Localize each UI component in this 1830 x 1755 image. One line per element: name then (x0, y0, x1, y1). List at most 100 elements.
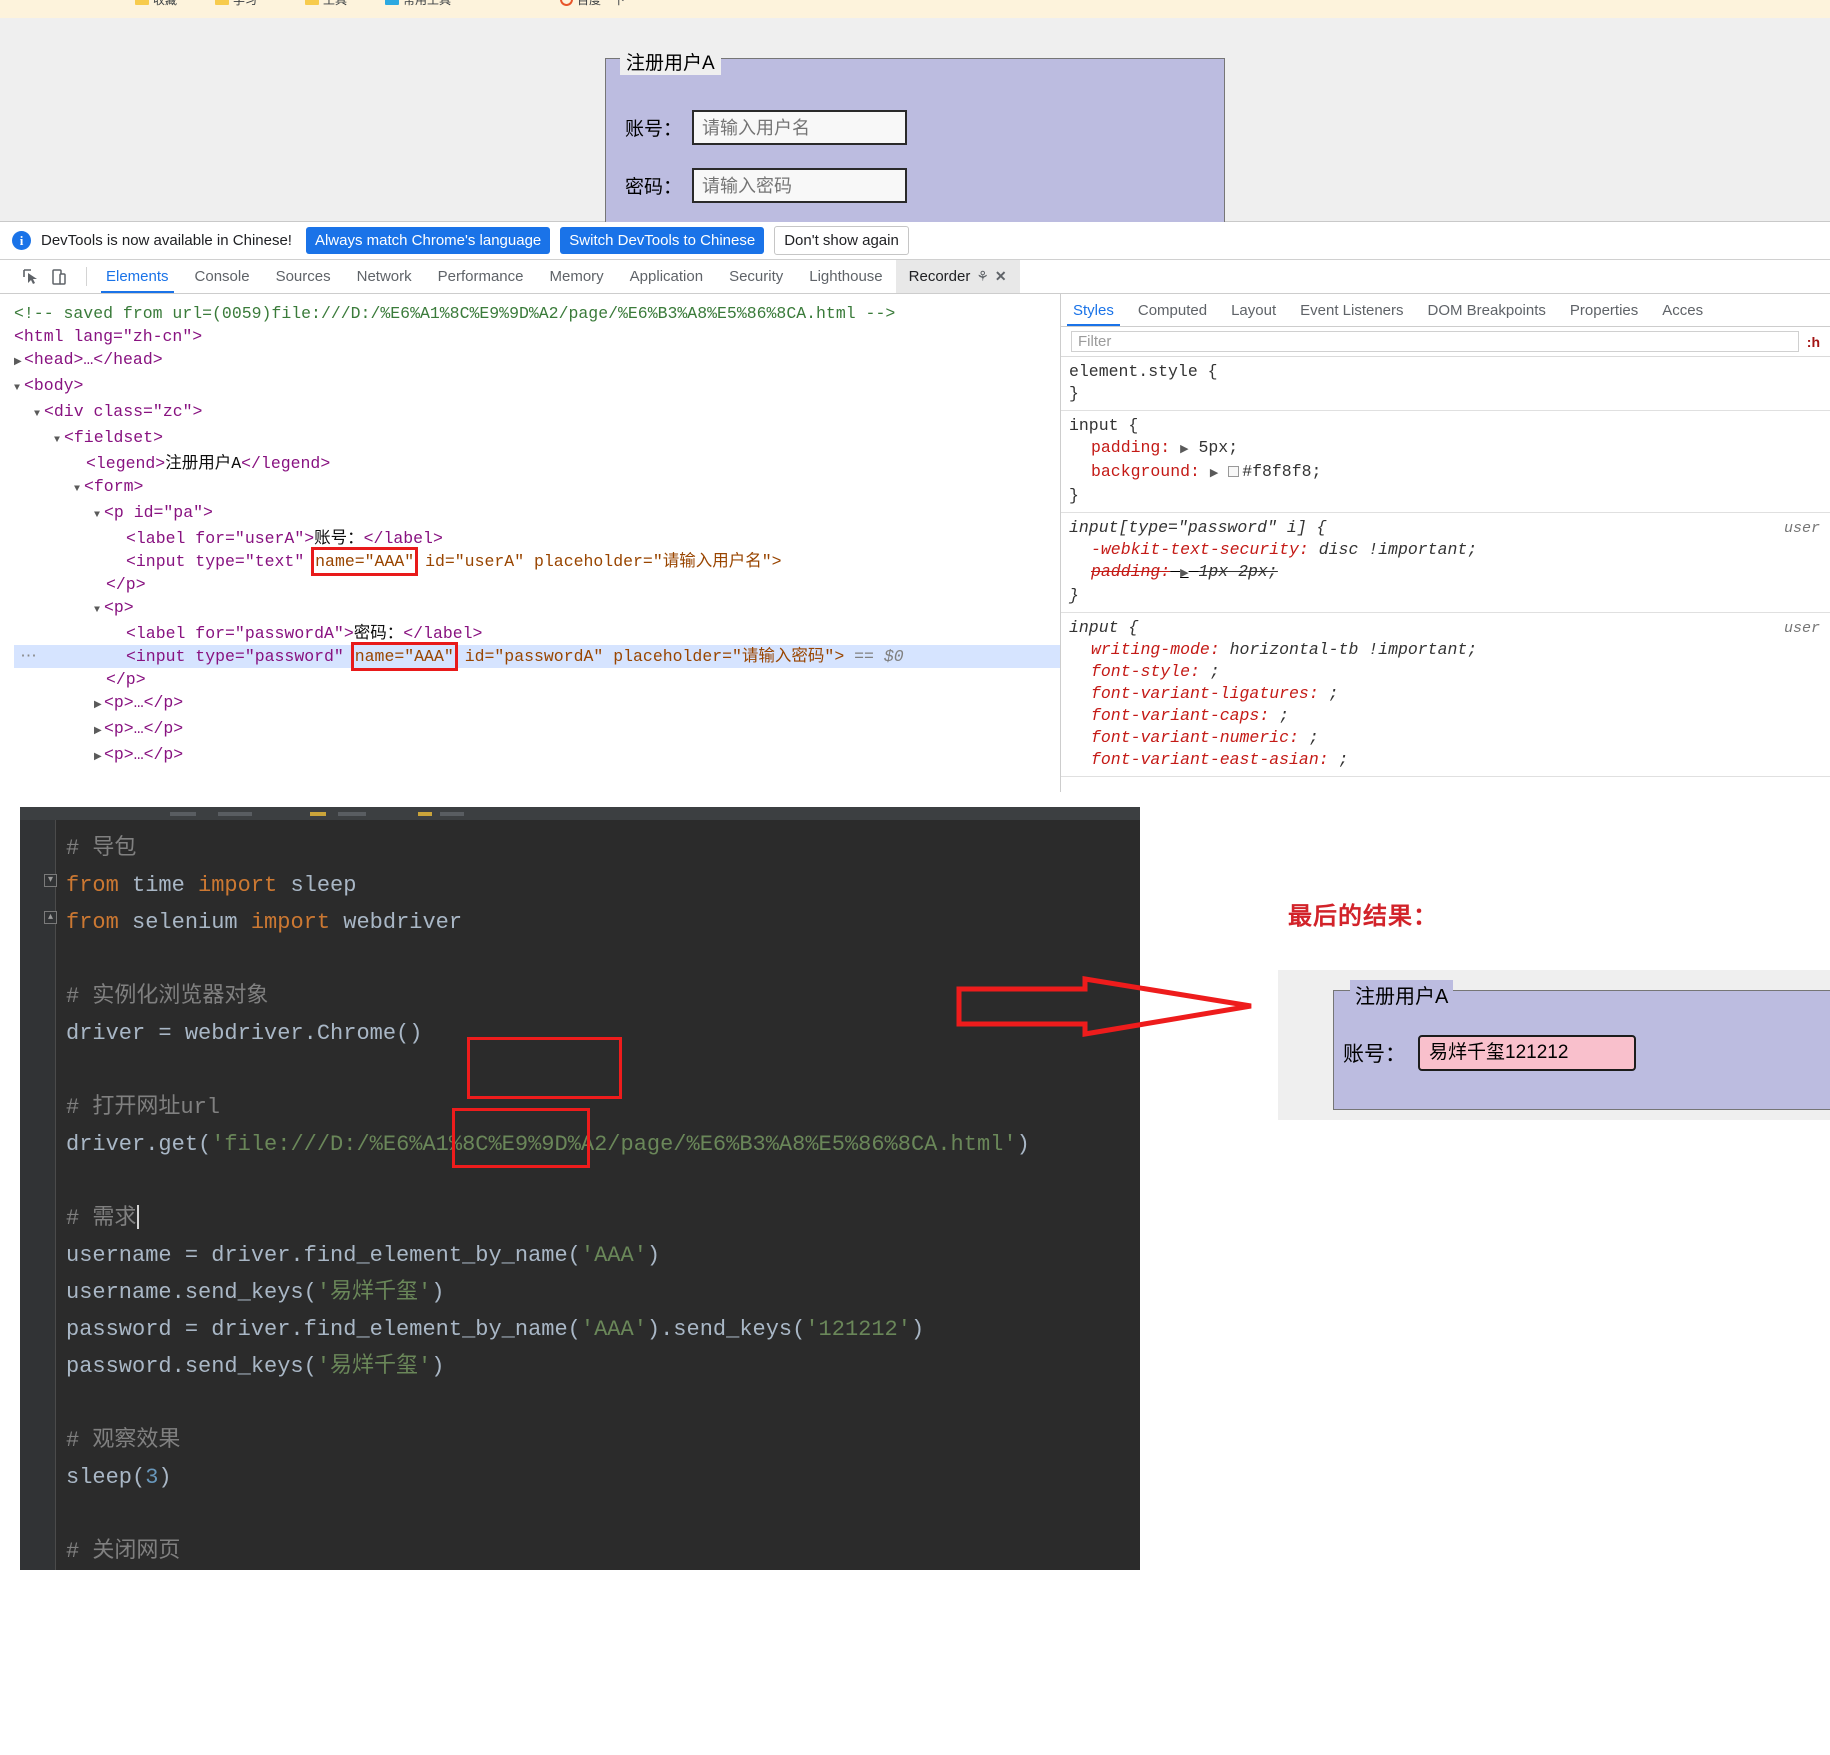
expand-arrow-icon[interactable]: ▶ (1210, 468, 1218, 480)
code-fold-open-icon[interactable]: ▾ (44, 874, 57, 887)
css-declaration[interactable]: -webkit-text-security: disc !important; (1069, 539, 1822, 561)
dom-line[interactable]: <legend>注册用户A</legend> (14, 452, 1060, 475)
expand-arrow-icon[interactable]: ▶ (1180, 568, 1188, 580)
hover-state-toggle[interactable]: :h (1807, 334, 1820, 350)
dom-line[interactable]: ▼<div class="zc"> (14, 400, 1060, 426)
collapse-triangle-icon[interactable]: ▼ (74, 478, 84, 501)
dom-tree-pane[interactable]: <!-- saved from url=(0059)file:///D:/%E6… (0, 294, 1060, 792)
expand-triangle-icon[interactable]: ▶ (94, 694, 104, 717)
css-declaration[interactable]: font-style: ; (1069, 661, 1822, 683)
dom-line[interactable]: ▶<head>…</head> (14, 348, 1060, 374)
collapse-triangle-icon[interactable]: ▼ (14, 377, 24, 400)
expand-arrow-icon[interactable]: ▶ (1180, 444, 1188, 456)
dom-p-tag: <p> (104, 598, 134, 617)
dom-line[interactable]: <html lang="zh-cn"> (14, 325, 1060, 348)
password-input[interactable]: 请输入密码 (692, 168, 907, 203)
dom-line[interactable]: <input type="text" name="AAA" id="userA"… (14, 550, 1060, 573)
dom-line[interactable]: ▼<p> (14, 596, 1060, 622)
dom-line[interactable]: </p> (14, 573, 1060, 596)
bookmark-item[interactable]: 收藏 (135, 0, 177, 8)
account-input[interactable]: 请输入用户名 (692, 110, 907, 145)
dom-line[interactable]: ▼<fieldset> (14, 426, 1060, 452)
dont-show-again-button[interactable]: Don't show again (774, 226, 909, 255)
tab-security[interactable]: Security (716, 260, 796, 293)
inspect-element-icon[interactable] (22, 268, 40, 286)
dom-collapsed-p: <p>…</p> (104, 719, 183, 738)
css-declaration[interactable]: font-variant-east-asian: ; (1069, 749, 1822, 771)
tab-layout[interactable]: Layout (1219, 294, 1288, 326)
tab-properties[interactable]: Properties (1558, 294, 1650, 326)
expand-triangle-icon[interactable]: ▶ (94, 746, 104, 769)
dom-line[interactable]: ▼<form> (14, 475, 1060, 501)
dom-line[interactable]: ▼<body> (14, 374, 1060, 400)
browser-bookmark-bar[interactable]: 收藏 学习 工具 常用工具 百度一下 (0, 0, 1830, 18)
css-rule[interactable]: input { padding: ▶ 5px; background: ▶ #f… (1061, 411, 1830, 513)
ide-tab-ghost[interactable] (338, 812, 366, 816)
tab-console[interactable]: Console (182, 260, 263, 293)
close-icon[interactable]: ✕ (995, 268, 1007, 285)
notice-text: DevTools is now available in Chinese! (41, 232, 292, 249)
result-account-input[interactable]: 易烊千玺121212 (1418, 1035, 1636, 1071)
expand-triangle-icon[interactable]: ▶ (14, 351, 24, 374)
dom-line[interactable]: </p> (14, 668, 1060, 691)
css-declaration[interactable]: background: ▶ #f8f8f8; (1069, 461, 1822, 485)
css-property: font-variant-numeric: (1069, 727, 1299, 749)
dom-line[interactable]: ▶<p>…</p> (14, 691, 1060, 717)
collapse-triangle-icon[interactable]: ▼ (54, 429, 64, 452)
css-declaration-overridden[interactable]: padding: ▶ 1px 2px; (1069, 561, 1822, 585)
dom-line[interactable]: <label for="passwordA">密码：</label> (14, 622, 1060, 645)
dom-line[interactable]: ▶<p>…</p> (14, 743, 1060, 769)
dom-line[interactable]: <label for="userA">账号：</label> (14, 527, 1060, 550)
ide-tab-ghost[interactable] (170, 812, 196, 816)
python-code-editor[interactable]: ▾ ▴ # 导包 from time import sleep from sel… (20, 820, 1140, 1570)
switch-devtools-chinese-button[interactable]: Switch DevTools to Chinese (560, 227, 764, 254)
code-fold-close-icon[interactable]: ▴ (44, 911, 57, 924)
bookmark-item[interactable]: 常用工具 (385, 0, 451, 8)
tab-event-listeners[interactable]: Event Listeners (1288, 294, 1415, 326)
css-rule[interactable]: user input { writing-mode: horizontal-tb… (1061, 613, 1830, 777)
collapse-triangle-icon[interactable]: ▼ (94, 599, 104, 622)
editor-gutter[interactable] (20, 820, 56, 1570)
device-toolbar-icon[interactable] (50, 268, 68, 286)
color-swatch-icon[interactable] (1228, 466, 1239, 477)
tab-sources[interactable]: Sources (263, 260, 344, 293)
ide-tab-ghost[interactable] (440, 812, 464, 816)
tab-computed[interactable]: Computed (1126, 294, 1219, 326)
css-declaration[interactable]: padding: ▶ 5px; (1069, 437, 1822, 461)
tab-performance[interactable]: Performance (425, 260, 537, 293)
dom-line[interactable]: <!-- saved from url=(0059)file:///D:/%E6… (14, 302, 1060, 325)
css-declaration[interactable]: writing-mode: horizontal-tb !important; (1069, 639, 1822, 661)
tab-elements[interactable]: Elements (93, 260, 182, 293)
tab-dom-breakpoints[interactable]: DOM Breakpoints (1416, 294, 1558, 326)
dom-line[interactable]: ▶<p>…</p> (14, 717, 1060, 743)
bookmark-item[interactable]: 工具 (305, 0, 347, 8)
tab-lighthouse[interactable]: Lighthouse (796, 260, 895, 293)
tab-network[interactable]: Network (344, 260, 425, 293)
dom-line-selected[interactable]: ⋯<input type="password" name="AAA" id="p… (14, 645, 1060, 668)
always-match-language-button[interactable]: Always match Chrome's language (306, 227, 550, 254)
expand-triangle-icon[interactable]: ▶ (94, 720, 104, 743)
tab-recorder[interactable]: Recorder ⚘ ✕ (896, 260, 1020, 293)
css-rule[interactable]: element.style { } (1061, 357, 1830, 411)
css-rule[interactable]: user input[type="password" i] { -webkit-… (1061, 513, 1830, 613)
tab-accessibility[interactable]: Acces (1650, 294, 1715, 326)
dom-label-pass-text: 密码： (354, 624, 404, 643)
styles-filter-input[interactable]: Filter (1071, 331, 1799, 352)
bookmark-item[interactable]: 学习 (215, 0, 257, 8)
bookmark-item[interactable]: 百度一下 (560, 0, 625, 8)
css-declaration[interactable]: font-variant-caps: ; (1069, 705, 1822, 727)
collapse-triangle-icon[interactable]: ▼ (34, 403, 44, 426)
more-options-icon[interactable]: ⋯ (14, 645, 44, 668)
tab-memory[interactable]: Memory (537, 260, 617, 293)
dom-line[interactable]: ▼<p id="pa"> (14, 501, 1060, 527)
css-declaration[interactable]: font-variant-numeric: ; (1069, 727, 1822, 749)
tab-styles[interactable]: Styles (1061, 294, 1126, 326)
editor-code-lines[interactable]: # 导包 from time import sleep from seleniu… (66, 830, 1140, 1570)
collapse-triangle-icon[interactable]: ▼ (94, 504, 104, 527)
styles-pane: Styles Computed Layout Event Listeners D… (1060, 294, 1830, 792)
tab-application[interactable]: Application (617, 260, 716, 293)
register-legend: 注册用户A (620, 48, 721, 75)
ide-tab-ghost[interactable] (218, 812, 252, 816)
result-title: 最后的结果： (1288, 896, 1438, 931)
css-declaration[interactable]: font-variant-ligatures: ; (1069, 683, 1822, 705)
